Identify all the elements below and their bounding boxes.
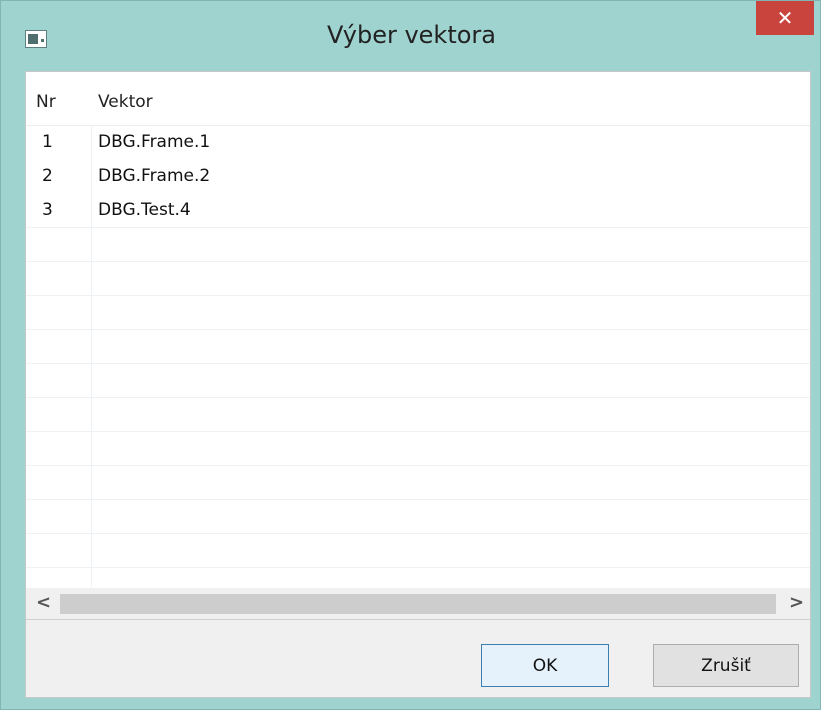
dialog-window: Výber vektora ✕ Nr Vektor 1 DBG.Frame.1 … xyxy=(0,0,821,710)
grid-line xyxy=(26,397,810,398)
grid-line xyxy=(26,363,810,364)
close-icon: ✕ xyxy=(776,6,794,30)
grid-line xyxy=(26,465,810,466)
grid-line xyxy=(26,567,810,568)
close-button[interactable]: ✕ xyxy=(756,1,814,35)
list-item[interactable]: 1 DBG.Frame.1 xyxy=(26,125,810,159)
row-vektor: DBG.Test.4 xyxy=(98,200,191,220)
grid-line xyxy=(26,533,810,534)
grid-line xyxy=(26,227,810,228)
list-item[interactable]: 3 DBG.Test.4 xyxy=(26,193,810,227)
grid-line xyxy=(26,261,810,262)
scroll-right-icon[interactable]: > xyxy=(789,592,804,613)
row-nr: 3 xyxy=(42,200,53,220)
column-header-nr[interactable]: Nr xyxy=(36,92,56,112)
ok-button[interactable]: OK xyxy=(481,644,609,687)
row-vektor: DBG.Frame.2 xyxy=(98,166,211,186)
row-nr: 1 xyxy=(42,132,53,152)
grid-line xyxy=(26,499,810,500)
grid-line xyxy=(26,431,810,432)
scrollbar-thumb[interactable] xyxy=(60,594,776,614)
vector-list[interactable]: Nr Vektor 1 DBG.Frame.1 2 DBG.Frame.2 3 … xyxy=(26,72,810,620)
window-title: Výber vektora xyxy=(326,21,496,49)
row-nr: 2 xyxy=(42,166,53,186)
column-header-vektor[interactable]: Vektor xyxy=(98,92,153,112)
list-item[interactable]: 2 DBG.Frame.2 xyxy=(26,159,810,193)
row-vektor: DBG.Frame.1 xyxy=(98,132,211,152)
dialog-content: Nr Vektor 1 DBG.Frame.1 2 DBG.Frame.2 3 … xyxy=(25,71,811,698)
horizontal-scrollbar[interactable]: < > xyxy=(26,588,810,619)
scroll-left-icon[interactable]: < xyxy=(36,592,51,613)
cancel-button[interactable]: Zrušiť xyxy=(653,644,799,687)
list-header: Nr Vektor xyxy=(26,72,810,126)
grid-line xyxy=(26,295,810,296)
title-bar[interactable]: Výber vektora ✕ xyxy=(1,1,821,71)
grid-line xyxy=(26,329,810,330)
